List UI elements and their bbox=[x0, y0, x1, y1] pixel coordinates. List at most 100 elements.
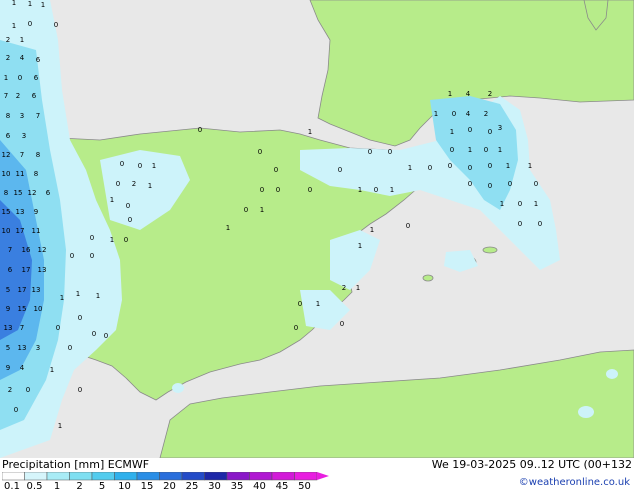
precip-value-label: 13 bbox=[4, 324, 13, 332]
color-scale-segment bbox=[271, 472, 295, 481]
precip-value-label: 4 bbox=[20, 364, 25, 372]
precip-value-label: 12 bbox=[28, 189, 37, 197]
color-scale-segment bbox=[249, 472, 273, 481]
precip-value-label: 0 bbox=[54, 21, 58, 29]
precipitation-map: 1 1 11 0 02 12 4 61 0 67 2 68 3 76 312 7 810 11 88 15 12 615 1… bbox=[0, 0, 634, 458]
precip-value-label: 1 bbox=[4, 74, 8, 82]
precip-value-label: 2 bbox=[484, 110, 488, 118]
precip-value-label: 0 bbox=[70, 252, 74, 260]
precip-value-label: 1 bbox=[110, 236, 114, 244]
precip-value-label: 0 bbox=[138, 162, 142, 170]
precip-value-label: 2 bbox=[342, 284, 346, 292]
precip-value-label: 1 bbox=[96, 292, 100, 300]
precip-value-label: 8 bbox=[4, 189, 8, 197]
precip-value-label: 1 bbox=[534, 200, 538, 208]
color-scale-segment bbox=[46, 472, 70, 481]
color-scale-tick-label: 1 bbox=[53, 481, 61, 492]
color-scale-tick-label: 0.1 bbox=[4, 481, 20, 492]
precip-value-label: 10 bbox=[2, 227, 11, 235]
precip-value-label: 0 bbox=[488, 162, 492, 170]
precip-value-label: 3 bbox=[498, 124, 502, 132]
precip-value-label: 0 bbox=[26, 386, 30, 394]
precip-value-label: 0 bbox=[298, 300, 302, 308]
precip-value-label: 1 bbox=[500, 200, 504, 208]
precip-value-label: 0 bbox=[374, 186, 378, 194]
precip-value-label: 0 bbox=[116, 180, 120, 188]
precip-value-label: 1 bbox=[498, 146, 502, 154]
precip-value-label: 0 bbox=[92, 330, 96, 338]
color-scale-tick-label: 40 bbox=[253, 481, 266, 492]
precip-value-label: 0 bbox=[534, 180, 538, 188]
precip-value-label: 0 bbox=[388, 148, 392, 156]
precip-value-label: 0 bbox=[258, 148, 262, 156]
color-scale-tick-label: 30 bbox=[208, 481, 221, 492]
precip-value-label: 4 bbox=[466, 90, 471, 98]
color-scale-segment bbox=[204, 472, 228, 481]
color-scale-segment bbox=[2, 472, 25, 481]
precip-value-label: 0 bbox=[468, 180, 472, 188]
precip-value-label: 1 bbox=[356, 284, 360, 292]
precip-value-label: 10 bbox=[34, 305, 43, 313]
precip-value-label: 0 bbox=[488, 128, 492, 136]
precip-value-label: 10 bbox=[2, 170, 11, 178]
precip-value-label: 5 bbox=[6, 344, 10, 352]
precip-value-label: 2 bbox=[6, 54, 10, 62]
precip-value-label: 1 bbox=[308, 128, 312, 136]
precip-value-label: 6 bbox=[46, 189, 51, 197]
precip-value-label: 6 bbox=[8, 266, 13, 274]
island-menorca bbox=[482, 246, 498, 254]
color-scale-tick-label: 35 bbox=[230, 481, 244, 492]
precip-value-label: 0 bbox=[450, 146, 454, 154]
precip-value-label: 9 bbox=[34, 208, 38, 216]
precip-value-label: 1 bbox=[50, 366, 54, 374]
precip-value-label: 15 bbox=[18, 305, 27, 313]
precip-value-label: 1 bbox=[41, 1, 45, 9]
precip-value-label: 17 bbox=[22, 266, 31, 274]
precip-value-label: 1 bbox=[76, 290, 80, 298]
credit-link[interactable]: ©weatheronline.co.uk bbox=[519, 477, 630, 489]
precip-value-label: 0 bbox=[78, 386, 82, 394]
precip-value-label: 1 bbox=[358, 186, 362, 194]
precip-value-label: 9 bbox=[6, 305, 10, 313]
precip-value-label: 1 bbox=[28, 0, 32, 8]
precip-value-label: 0 bbox=[260, 186, 264, 194]
color-scale-segment bbox=[159, 472, 183, 481]
precip-value-label: 0 bbox=[104, 332, 108, 340]
precip-value-label: 1 bbox=[390, 186, 394, 194]
precip-value-label: 8 bbox=[34, 170, 38, 178]
precip-value-label: 1 bbox=[358, 242, 362, 250]
precip-value-label: 17 bbox=[16, 227, 25, 235]
precip-value-label: 1 bbox=[260, 206, 264, 214]
precip-value-label: 0 bbox=[56, 324, 60, 332]
precip-value-label: 13 bbox=[16, 208, 25, 216]
precip-value-label: 1 bbox=[58, 422, 62, 430]
precip-value-label: 0 bbox=[90, 252, 94, 260]
precip-value-label: 13 bbox=[18, 344, 27, 352]
precip-value-label: 1 bbox=[20, 36, 24, 44]
color-scale-segment bbox=[136, 472, 160, 481]
precip-value-label: 1 bbox=[408, 164, 412, 172]
color-scale-segment bbox=[91, 472, 115, 481]
precip-value-label: 0 bbox=[338, 166, 342, 174]
precip-value-label: 2 bbox=[16, 92, 20, 100]
precip-value-label: 8 bbox=[36, 151, 40, 159]
precip-value-label: 3 bbox=[22, 132, 26, 140]
precip-value-label: 4 bbox=[466, 110, 471, 118]
precip-value-label: 1 bbox=[12, 0, 16, 7]
precip-value-label: 7 bbox=[20, 324, 24, 332]
precip-value-label: 2 bbox=[6, 36, 10, 44]
precip-value-label: 0 bbox=[198, 126, 202, 134]
rain-africa-spot bbox=[578, 406, 594, 418]
precip-value-label: 0 bbox=[468, 164, 472, 172]
precip-value-label: 9 bbox=[6, 364, 10, 372]
precip-value-label: 1 bbox=[148, 182, 152, 190]
color-scale-segment bbox=[69, 472, 93, 481]
island-ibiza bbox=[422, 274, 434, 282]
precip-value-label: 7 bbox=[8, 246, 12, 254]
precip-value-label: 7 bbox=[20, 151, 24, 159]
precip-value-label: 0 bbox=[28, 20, 32, 28]
precip-value-label: 2 bbox=[8, 386, 12, 394]
precip-value-label: 0 bbox=[120, 160, 124, 168]
precip-value-label: 0 bbox=[90, 234, 94, 242]
legend-bar: Precipitation [mm] ECMWF We 19-03-2025 0… bbox=[0, 458, 634, 492]
